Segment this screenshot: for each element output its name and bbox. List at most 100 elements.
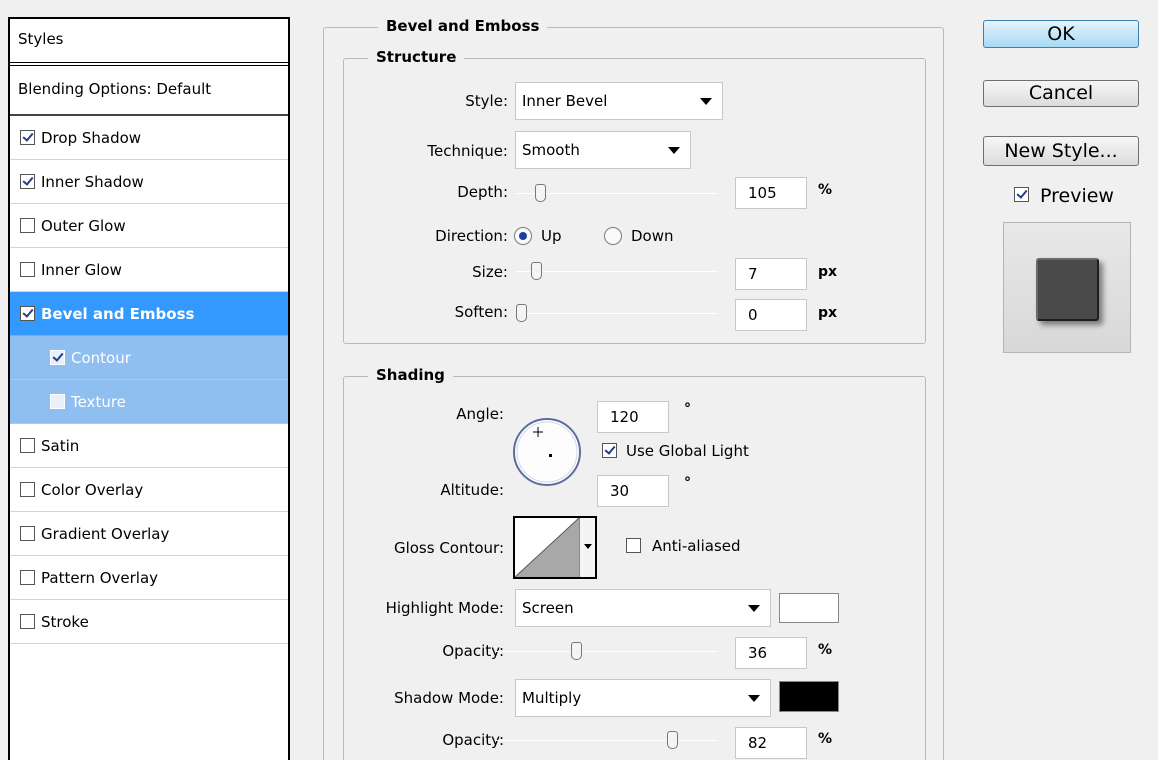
gloss-contour-picker[interactable] bbox=[513, 516, 597, 579]
shadow-mode-label: Shadow Mode: bbox=[394, 689, 504, 707]
chevron-down-icon bbox=[748, 605, 760, 612]
shadow-mode-dropdown[interactable]: Multiply bbox=[515, 679, 771, 717]
direction-up-radio[interactable] bbox=[514, 227, 532, 245]
style-item-inner-glow[interactable]: Inner Glow bbox=[10, 248, 288, 292]
angle-dial[interactable] bbox=[511, 416, 583, 488]
altitude-input[interactable]: 30 bbox=[597, 475, 669, 507]
preview-label: Preview bbox=[1040, 185, 1114, 207]
style-item-label: Drop Shadow bbox=[41, 128, 142, 147]
highlight-opacity-input[interactable]: 36 bbox=[735, 637, 807, 669]
angle-unit: ° bbox=[684, 401, 691, 417]
ok-button[interactable]: OK bbox=[983, 20, 1139, 48]
highlight-mode-value: Screen bbox=[522, 599, 574, 617]
shadow-opacity-input[interactable]: 82 bbox=[735, 727, 807, 759]
bevel-style-dropdown[interactable]: Inner Bevel bbox=[515, 82, 723, 120]
cancel-button[interactable]: Cancel bbox=[983, 80, 1139, 107]
styles-list-panel: Styles Blending Options: Default Drop Sh… bbox=[8, 17, 290, 760]
new-style-button[interactable]: New Style... bbox=[983, 136, 1139, 166]
pattern-overlay-checkbox[interactable] bbox=[20, 570, 35, 585]
bevel-and-emboss-checkbox[interactable] bbox=[20, 306, 35, 321]
chevron-down-icon bbox=[584, 544, 592, 549]
inner-shadow-checkbox[interactable] bbox=[20, 174, 35, 189]
gradient-overlay-checkbox[interactable] bbox=[20, 526, 35, 541]
satin-checkbox[interactable] bbox=[20, 438, 35, 453]
shading-title: Shading bbox=[368, 366, 453, 384]
size-slider-thumb[interactable] bbox=[531, 262, 542, 280]
direction-down-label: Down bbox=[631, 227, 674, 245]
style-item-inner-shadow[interactable]: Inner Shadow bbox=[10, 160, 288, 204]
highlight-mode-label: Highlight Mode: bbox=[385, 599, 504, 617]
direction-up-label: Up bbox=[541, 227, 562, 245]
altitude-label: Altitude: bbox=[440, 481, 504, 499]
shadow-mode-value: Multiply bbox=[522, 689, 582, 707]
technique-value: Smooth bbox=[522, 141, 580, 159]
structure-title: Structure bbox=[368, 48, 465, 66]
shadow-opacity-label: Opacity: bbox=[442, 731, 504, 749]
preview-checkbox[interactable] bbox=[1014, 187, 1029, 202]
highlight-opacity-unit: % bbox=[818, 642, 833, 658]
chevron-down-icon bbox=[748, 695, 760, 702]
bevel-style-value: Inner Bevel bbox=[522, 92, 608, 110]
style-item-label: Stroke bbox=[41, 612, 89, 631]
style-item-label: Inner Glow bbox=[41, 260, 122, 279]
highlight-mode-dropdown[interactable]: Screen bbox=[515, 589, 771, 627]
style-item-outer-glow[interactable]: Outer Glow bbox=[10, 204, 288, 248]
style-preview-box bbox=[1003, 222, 1131, 353]
style-item-color-overlay[interactable]: Color Overlay bbox=[10, 468, 288, 512]
chevron-down-icon bbox=[668, 147, 680, 154]
shadow-color-swatch[interactable] bbox=[779, 681, 839, 712]
style-item-label: Gradient Overlay bbox=[41, 524, 170, 543]
soften-input[interactable]: 0 bbox=[735, 299, 807, 331]
highlight-color-swatch[interactable] bbox=[779, 593, 839, 623]
style-item-stroke[interactable]: Stroke bbox=[10, 600, 288, 644]
style-item-texture[interactable]: Texture bbox=[10, 380, 288, 424]
soften-slider-thumb[interactable] bbox=[516, 304, 527, 322]
highlight-opacity-slider-thumb[interactable] bbox=[571, 642, 582, 660]
style-item-gradient-overlay[interactable]: Gradient Overlay bbox=[10, 512, 288, 556]
styles-header[interactable]: Styles bbox=[10, 19, 288, 66]
style-item-satin[interactable]: Satin bbox=[10, 424, 288, 468]
use-global-light-label: Use Global Light bbox=[626, 442, 749, 460]
contour-checkbox[interactable] bbox=[50, 350, 65, 365]
depth-unit: % bbox=[818, 182, 833, 198]
soften-slider[interactable] bbox=[516, 304, 718, 322]
size-slider[interactable] bbox=[516, 262, 718, 280]
depth-input[interactable]: 105 bbox=[735, 177, 807, 209]
soften-label: Soften: bbox=[454, 303, 508, 321]
angle-input[interactable]: 120 bbox=[597, 401, 669, 433]
style-item-bevel-and-emboss[interactable]: Bevel and Emboss bbox=[10, 292, 288, 336]
highlight-opacity-slider[interactable] bbox=[496, 642, 718, 660]
gloss-contour-dropdown-button[interactable] bbox=[579, 518, 595, 577]
style-item-label: Satin bbox=[41, 436, 80, 455]
style-item-drop-shadow[interactable]: Drop Shadow bbox=[10, 116, 288, 160]
depth-slider-thumb[interactable] bbox=[535, 184, 546, 202]
color-overlay-checkbox[interactable] bbox=[20, 482, 35, 497]
style-item-pattern-overlay[interactable]: Pattern Overlay bbox=[10, 556, 288, 600]
anti-aliased-checkbox[interactable] bbox=[626, 538, 641, 553]
style-item-label: Contour bbox=[71, 348, 131, 367]
shadow-opacity-slider[interactable] bbox=[496, 731, 718, 749]
style-item-contour[interactable]: Contour bbox=[10, 336, 288, 380]
shadow-opacity-slider-thumb[interactable] bbox=[667, 731, 678, 749]
bevel-emboss-title: Bevel and Emboss bbox=[378, 17, 548, 35]
inner-glow-checkbox[interactable] bbox=[20, 262, 35, 277]
altitude-unit: ° bbox=[684, 475, 691, 491]
size-input[interactable]: 7 bbox=[735, 258, 807, 290]
direction-down-radio[interactable] bbox=[604, 227, 622, 245]
style-item-label: Outer Glow bbox=[41, 216, 126, 235]
texture-checkbox[interactable] bbox=[50, 394, 65, 409]
style-item-label: Bevel and Emboss bbox=[41, 304, 195, 323]
technique-dropdown[interactable]: Smooth bbox=[515, 131, 691, 169]
contour-preview-icon bbox=[515, 518, 579, 577]
stroke-checkbox[interactable] bbox=[20, 614, 35, 629]
outer-glow-checkbox[interactable] bbox=[20, 218, 35, 233]
depth-label: Depth: bbox=[457, 183, 508, 201]
blending-options-item[interactable]: Blending Options: Default bbox=[10, 66, 288, 116]
chevron-down-icon bbox=[700, 98, 712, 105]
style-item-label: Inner Shadow bbox=[41, 172, 144, 191]
use-global-light-checkbox[interactable] bbox=[602, 443, 617, 458]
direction-label: Direction: bbox=[435, 227, 508, 245]
drop-shadow-checkbox[interactable] bbox=[20, 130, 35, 145]
depth-slider[interactable] bbox=[516, 184, 718, 202]
technique-label: Technique: bbox=[427, 142, 508, 160]
